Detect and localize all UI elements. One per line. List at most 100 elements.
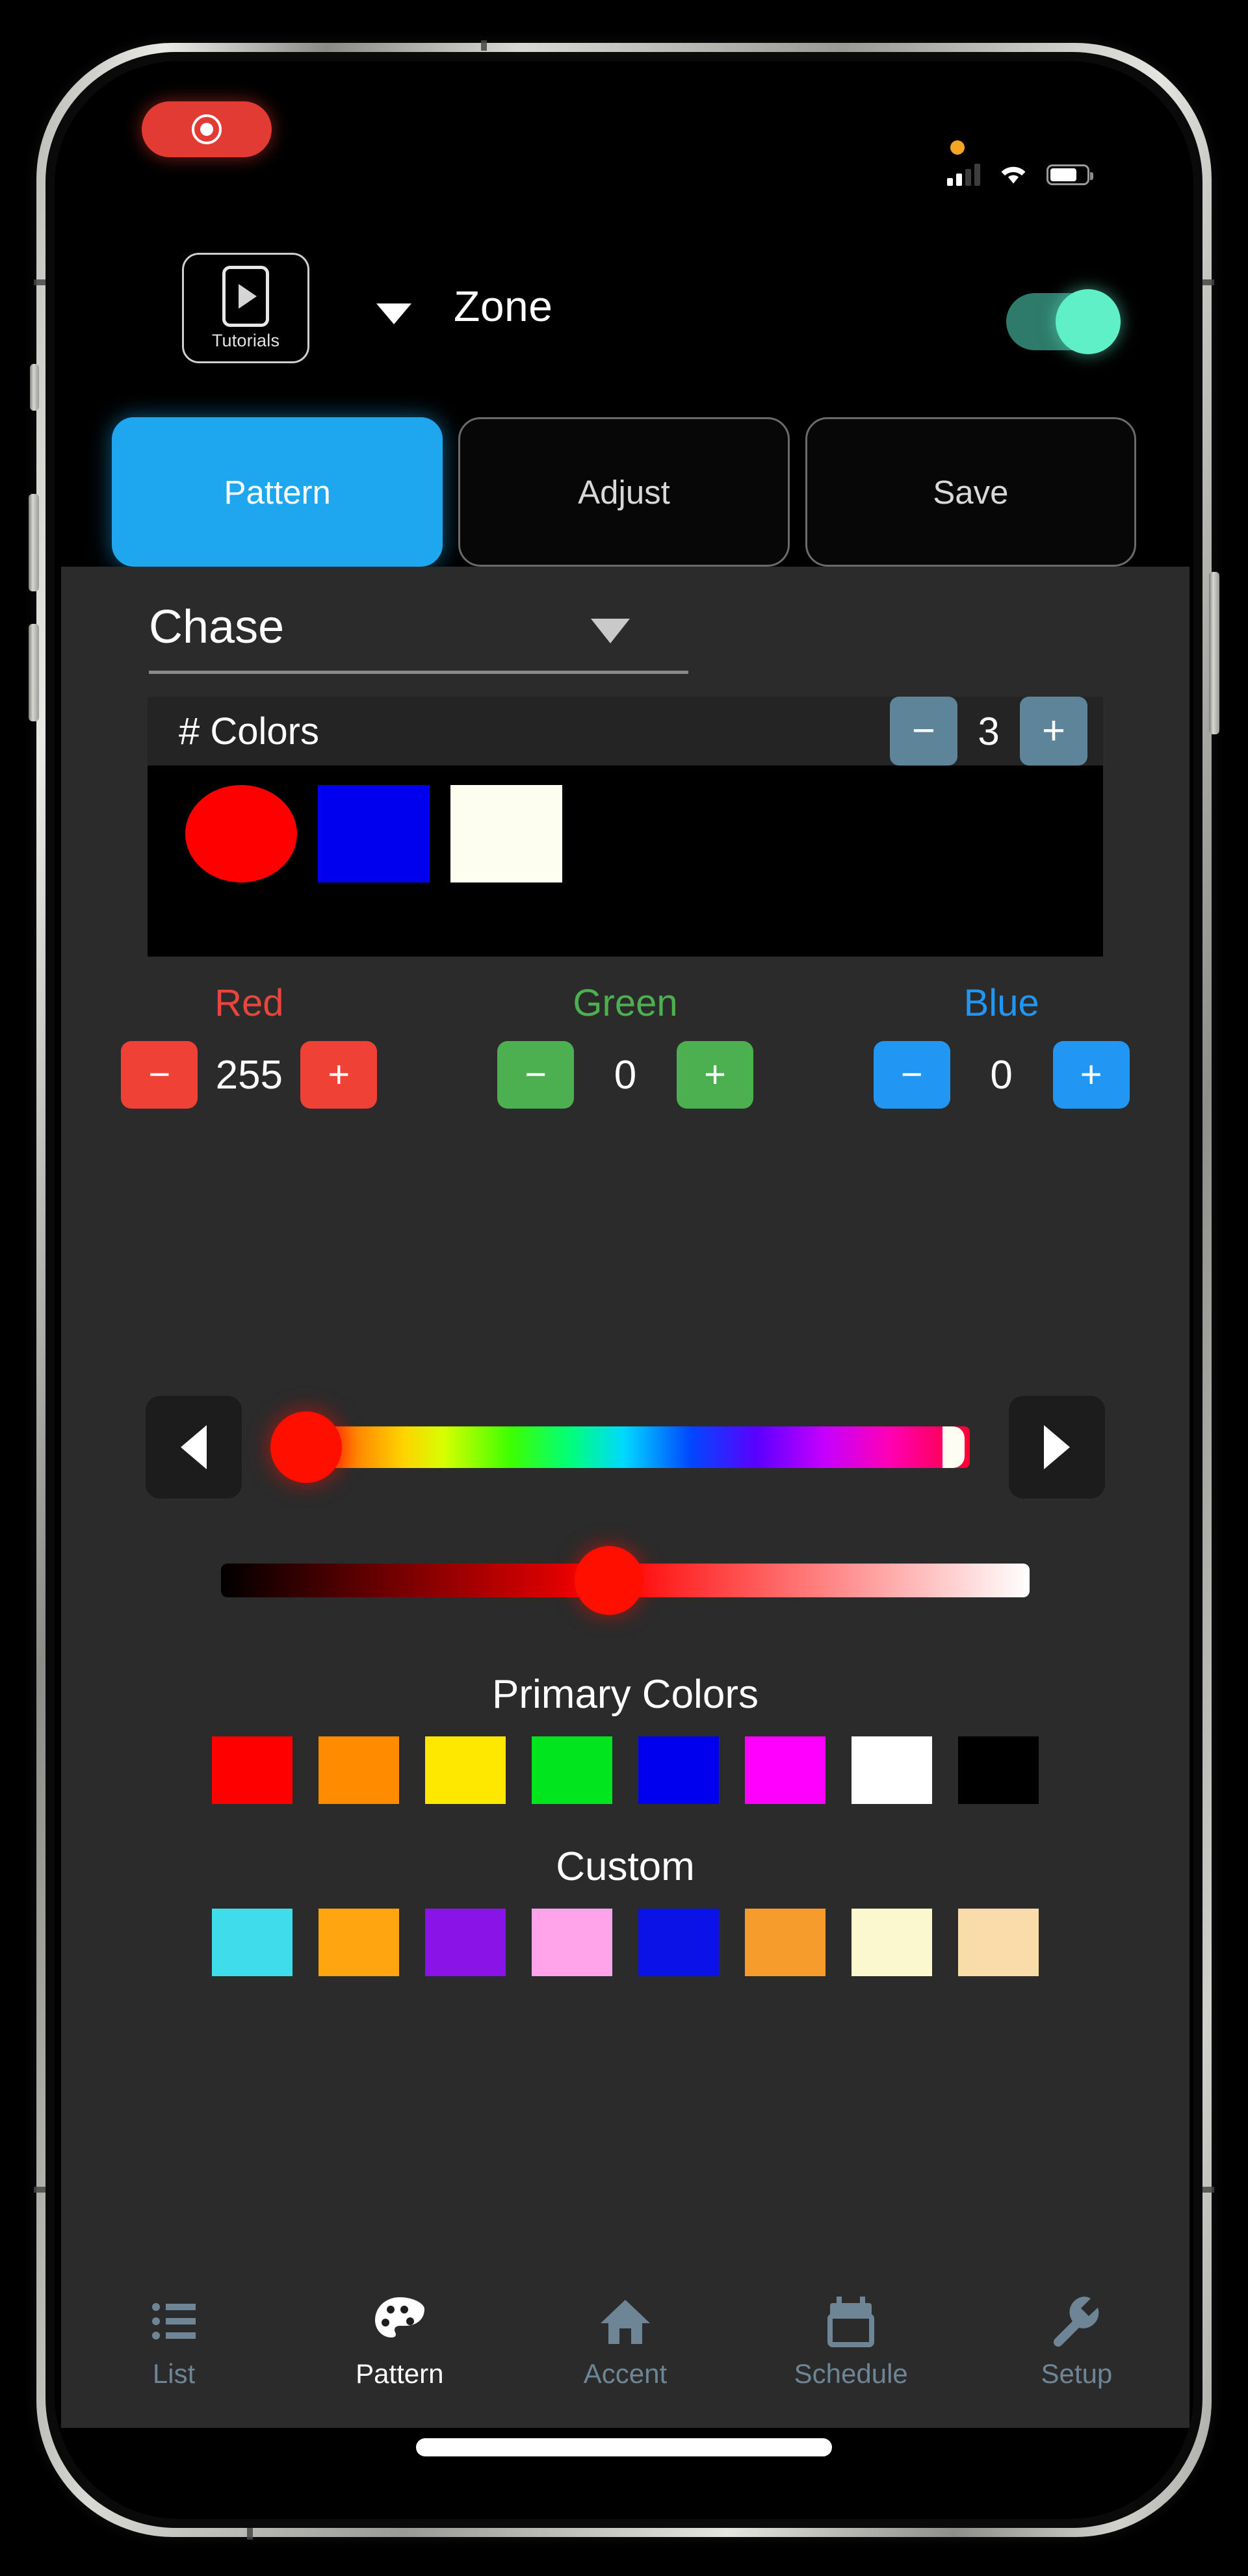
custom-color-swatch[interactable] [425, 1909, 506, 1976]
minus-icon: − [148, 1053, 171, 1096]
minus-icon: − [911, 708, 936, 753]
volume-down-button[interactable] [29, 624, 39, 721]
chevron-down-icon[interactable] [376, 303, 411, 324]
screen-recording-indicator[interactable] [142, 101, 272, 157]
plus-icon: + [704, 1053, 726, 1096]
record-icon [192, 114, 222, 144]
list-icon [151, 2295, 197, 2348]
colors-count-label: # Colors [179, 710, 319, 753]
colors-count-decrement-button[interactable]: − [890, 697, 957, 766]
blue-decrement-button[interactable]: − [873, 1041, 950, 1109]
nav-label-list: List [152, 2358, 196, 2389]
primary-colors-title: Primary Colors [492, 1672, 759, 1717]
record-dot [200, 123, 213, 136]
green-channel-label: Green [573, 982, 678, 1024]
colors-count-stepper: − 3 + [890, 697, 1087, 766]
pattern-color-swatches [148, 766, 1103, 957]
zone-power-toggle[interactable] [1006, 289, 1121, 354]
blue-increment-button[interactable]: + [1052, 1041, 1130, 1109]
plus-icon: + [1041, 708, 1066, 753]
antenna-band [34, 279, 47, 285]
green-increment-button[interactable]: + [677, 1041, 753, 1109]
phone-screen: Tutorials Zone Pattern Adjust Save Chase… [55, 61, 1193, 2519]
primary-color-swatch[interactable] [425, 1736, 506, 1804]
pattern-swatch[interactable] [450, 785, 562, 882]
primary-color-swatch[interactable] [745, 1736, 826, 1804]
nav-item-schedule[interactable]: Schedule [738, 2295, 964, 2389]
nav-label-accent: Accent [583, 2358, 668, 2389]
custom-color-swatch[interactable] [958, 1909, 1039, 1976]
tab-save[interactable]: Save [805, 417, 1136, 567]
green-value: 0 [614, 1052, 637, 1098]
tab-pattern[interactable]: Pattern [112, 417, 443, 567]
app-header: Tutorials Zone [55, 246, 1193, 363]
volume-up-button[interactable] [29, 494, 39, 591]
minus-icon: − [900, 1053, 923, 1096]
hue-previous-button[interactable] [146, 1396, 242, 1499]
nav-item-accent[interactable]: Accent [512, 2295, 738, 2389]
tab-adjust[interactable]: Adjust [458, 417, 790, 567]
pattern-panel: Chase # Colors − 3 + Red Green Blue − 25… [61, 567, 1190, 2256]
hue-slider[interactable] [265, 1396, 985, 1499]
calendar-icon [827, 2295, 875, 2348]
tab-save-label: Save [933, 473, 1009, 511]
wrench-icon [1051, 2295, 1102, 2348]
home-indicator[interactable] [416, 2438, 832, 2456]
red-increment-button[interactable]: + [300, 1041, 378, 1109]
blue-channel-label: Blue [963, 982, 1039, 1024]
home-icon [599, 2295, 651, 2348]
hue-next-button[interactable] [1009, 1396, 1105, 1499]
antenna-band [34, 2187, 47, 2193]
arrow-left-icon [181, 1425, 207, 1469]
status-bar [55, 61, 1193, 186]
primary-color-swatch[interactable] [638, 1736, 719, 1804]
pattern-dropdown[interactable]: Chase [149, 599, 688, 674]
primary-color-swatch[interactable] [958, 1736, 1039, 1804]
custom-color-swatch[interactable] [638, 1909, 719, 1976]
primary-color-swatch[interactable] [212, 1736, 292, 1804]
bottom-navigation-bar: List Pattern Accent Schedule Setup [61, 2256, 1190, 2428]
nav-label-setup: Setup [1041, 2358, 1113, 2389]
custom-color-swatch[interactable] [852, 1909, 932, 1976]
red-decrement-button[interactable]: − [121, 1041, 198, 1109]
green-decrement-button[interactable]: − [497, 1041, 574, 1109]
red-value: 255 [215, 1052, 283, 1098]
zone-selector-label[interactable]: Zone [454, 281, 552, 331]
primary-colors-row [61, 1736, 1190, 1804]
nav-item-pattern[interactable]: Pattern [287, 2295, 512, 2389]
brightness-slider[interactable] [221, 1535, 1030, 1626]
chevron-down-icon [591, 619, 630, 643]
green-stepper: − 0 + [437, 1041, 814, 1109]
nav-label-pattern: Pattern [356, 2358, 444, 2389]
hue-slider-knob[interactable] [270, 1411, 342, 1483]
nav-item-list[interactable]: List [61, 2295, 287, 2389]
colors-count-increment-button[interactable]: + [1020, 697, 1087, 766]
red-channel-label: Red [214, 982, 284, 1024]
wifi-icon [1001, 166, 1026, 184]
custom-color-swatch[interactable] [212, 1909, 292, 1976]
pattern-swatch-selected[interactable] [185, 785, 297, 882]
power-button[interactable] [1209, 572, 1219, 734]
primary-color-swatch[interactable] [318, 1736, 399, 1804]
custom-color-swatch[interactable] [532, 1909, 612, 1976]
colors-header: # Colors − 3 + [148, 697, 1103, 766]
brightness-slider-knob[interactable] [575, 1546, 644, 1615]
mode-tab-row: Pattern Adjust Save [55, 417, 1193, 567]
primary-color-swatch[interactable] [532, 1736, 612, 1804]
tab-adjust-label: Adjust [578, 473, 670, 511]
plus-icon: + [328, 1053, 350, 1096]
custom-color-swatch[interactable] [745, 1909, 826, 1976]
mute-switch[interactable] [30, 364, 39, 411]
tutorials-button[interactable]: Tutorials [182, 253, 309, 363]
custom-colors-title: Custom [556, 1844, 695, 1889]
primary-color-swatch[interactable] [852, 1736, 932, 1804]
plus-icon: + [1080, 1053, 1102, 1096]
nav-item-setup[interactable]: Setup [964, 2295, 1190, 2389]
custom-color-swatch[interactable] [318, 1909, 399, 1976]
pattern-swatch[interactable] [318, 785, 430, 882]
dropdown-underline [149, 671, 688, 674]
tab-pattern-label: Pattern [224, 473, 331, 511]
hue-track [304, 1426, 970, 1468]
hue-slider-row [61, 1392, 1190, 1502]
blue-stepper: − 0 + [813, 1041, 1190, 1109]
